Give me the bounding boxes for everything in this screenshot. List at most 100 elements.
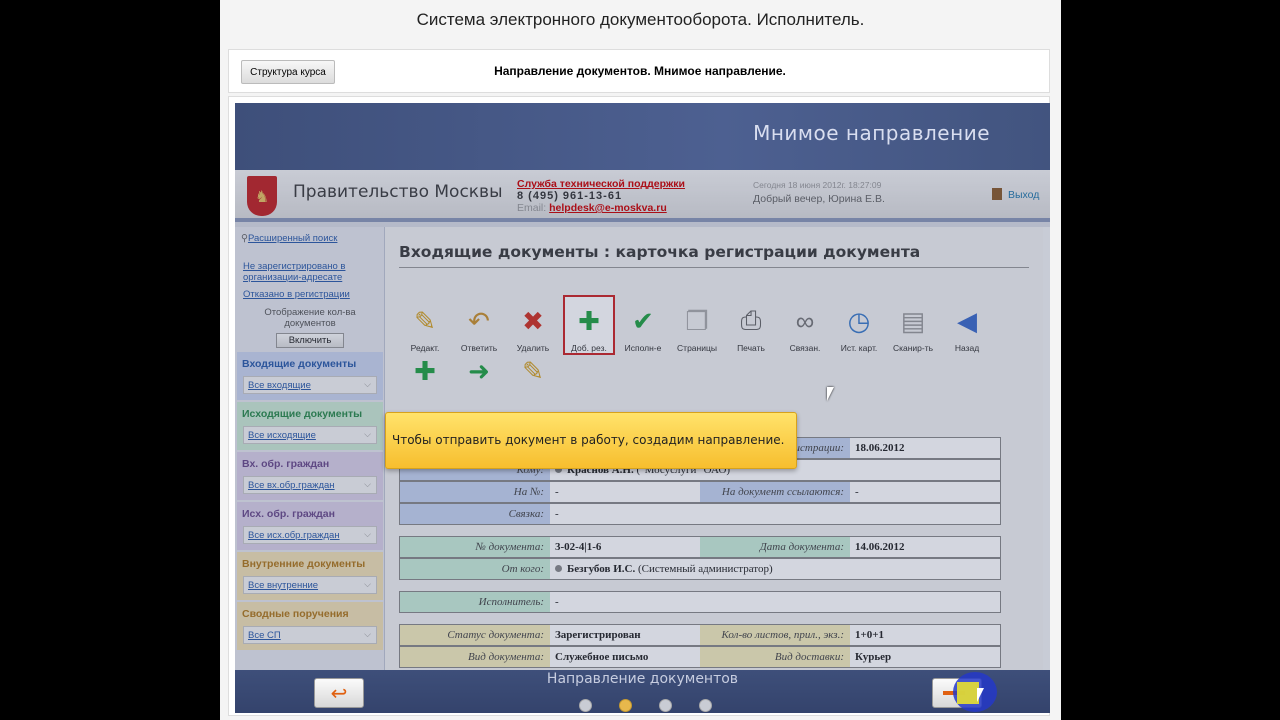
- current-date: Сегодня 18 июня 2012г. 18:27:09: [753, 180, 882, 190]
- toolbar-link-button[interactable]: ∞ Связан.: [779, 297, 831, 357]
- footer-title: Направление документов: [546, 671, 739, 687]
- docdate-label: Дата документа:: [700, 537, 850, 557]
- sheets-label: Кол-во листов, прил., экз.:: [700, 625, 850, 645]
- edit-icon: ✎: [414, 305, 436, 336]
- slide-dot[interactable]: [619, 699, 632, 712]
- sidebar-section: Внутренние документы Все внутренние: [237, 552, 383, 600]
- support-link[interactable]: Служба технической поддержки: [517, 178, 685, 190]
- title-divider: [399, 267, 1029, 268]
- sidebar-section-title[interactable]: Вх. обр. граждан: [237, 452, 383, 474]
- user-status-icon: [555, 565, 562, 572]
- executor-label: Исполнитель:: [400, 592, 550, 612]
- link-value: -: [555, 508, 559, 520]
- toolbar-button-label: Сканир-ть: [892, 343, 934, 353]
- toolbar-button-label: Связан.: [789, 343, 821, 353]
- sidebar-section-title[interactable]: Сводные поручения: [237, 602, 383, 624]
- lesson-screen: Мнимое направление ♞ Правительство Москв…: [235, 103, 1050, 713]
- toolbar-execution-button[interactable]: ✔ Исполн-е: [617, 297, 669, 357]
- enable-count-button[interactable]: Включить: [276, 333, 344, 348]
- mouse-cursor-icon: [827, 387, 834, 401]
- hint-tooltip: Чтобы отправить документ в работу, созда…: [385, 412, 797, 469]
- scrollbar[interactable]: [1043, 227, 1050, 670]
- scan-icon: ▤: [900, 305, 926, 336]
- sidebar-section-title[interactable]: Внутренние документы: [237, 552, 383, 574]
- form-row-from: От кого: Безгубов И.С. (Системный админи…: [399, 558, 1001, 580]
- course-title: Система электронного документооборота. И…: [416, 10, 865, 29]
- support-info: Служба технической поддержки 8 (495) 961…: [517, 178, 685, 214]
- sidebar-section-select[interactable]: Все исх.обр.граждан: [243, 526, 377, 544]
- ref-value: -: [855, 486, 859, 498]
- kind-label: Вид документа:: [400, 647, 550, 667]
- toolbar-button-label: Исполн-е: [624, 343, 662, 353]
- from-value: Безгубов И.С. (Системный администратор): [551, 559, 773, 579]
- delete-icon: ✖: [522, 305, 544, 336]
- lesson-banner-title: Мнимое направление: [753, 121, 990, 145]
- exit-label: Выход: [1008, 189, 1040, 201]
- exit-link[interactable]: Выход: [992, 188, 1039, 201]
- form-row-status: Статус документа: Зарегистрирован Кол-во…: [399, 624, 1001, 646]
- docdate-value: 14.06.2012: [855, 541, 905, 553]
- sidebar-section-select[interactable]: Все входящие: [243, 376, 377, 394]
- sidebar-section-select[interactable]: Все СП: [243, 626, 377, 644]
- count-display: Отображение кол-ва документов Включить: [241, 307, 379, 348]
- slide-dot[interactable]: [659, 699, 672, 712]
- email-label: Email:: [517, 202, 547, 214]
- from-label: От кого:: [400, 559, 550, 579]
- user-greeting: Сегодня 18 июня 2012г. 18:27:09 Добрый в…: [753, 178, 885, 206]
- sidebar-link-not-registered[interactable]: Не зарегистрировано в организации-адреса…: [243, 261, 381, 283]
- toolbar-button-label: Страницы: [677, 343, 717, 353]
- support-email-link[interactable]: helpdesk@e-moskva.ru: [549, 202, 667, 214]
- pages-icon: ❐: [685, 305, 709, 336]
- sidebar-section-select[interactable]: Все исходящие: [243, 426, 377, 444]
- course-navbar: Структура курса Направление документов. …: [228, 49, 1050, 93]
- toolbar-sign-button[interactable]: ✎: [507, 347, 559, 387]
- slide-dot[interactable]: [579, 699, 592, 712]
- toolbar-history-button[interactable]: ◷ Ист. карт.: [833, 297, 885, 357]
- course-page: Система электронного документооборота. И…: [220, 0, 1061, 720]
- sidebar-section-select[interactable]: Все вх.обр.граждан: [243, 476, 377, 494]
- toolbar-back-button[interactable]: ◀ Назад: [941, 297, 993, 357]
- sidebar-section-select[interactable]: Все внутренние: [243, 576, 377, 594]
- moscow-coat-of-arms-icon: ♞: [247, 176, 277, 216]
- toolbar-button-label: Назад: [954, 343, 980, 353]
- sidebar-section-title[interactable]: Исходящие документы: [237, 402, 383, 424]
- sidebar-section: Входящие документы Все входящие: [237, 352, 383, 400]
- app-header: ♞ Правительство Москвы Служба техническо…: [235, 170, 1050, 222]
- link-label: Связка:: [400, 504, 550, 524]
- num-label: На №:: [400, 482, 550, 502]
- slide-dot[interactable]: [699, 699, 712, 712]
- toolbar-button-label: Доб. рез.: [571, 343, 607, 353]
- government-name: Правительство Москвы: [293, 182, 503, 202]
- print-icon: ⎙: [740, 305, 762, 335]
- reg-date-value: 18.06.2012: [855, 442, 905, 454]
- status-label: Статус документа:: [400, 625, 550, 645]
- sidebar-section-title[interactable]: Исх. обр. граждан: [237, 502, 383, 524]
- lesson-frame: Мнимое направление ♞ Правительство Москв…: [228, 96, 1050, 716]
- support-phone: 8 (495) 961-13-61: [517, 190, 623, 202]
- toolbar-add-resolution-button[interactable]: ✚ Доб. рез.: [563, 295, 615, 355]
- status-value: Зарегистрирован: [555, 629, 641, 641]
- toolbar-scan-button[interactable]: ▤ Сканир-ть: [887, 297, 939, 357]
- toolbar-button-label: Печать: [737, 343, 765, 353]
- advanced-search-link[interactable]: Расширенный поиск: [248, 233, 337, 244]
- advanced-search[interactable]: ⚲Расширенный поиск: [241, 233, 337, 244]
- sidebar-section-title[interactable]: Входящие документы: [237, 352, 383, 374]
- cursor-icon: [977, 688, 984, 702]
- sidebar-link-rejected[interactable]: Отказано в регистрации: [243, 289, 381, 300]
- toolbar-add-doc-button[interactable]: ✚: [399, 347, 451, 387]
- delivery-value: Курьер: [855, 651, 892, 663]
- toolbar-pages-button[interactable]: ❐ Страницы: [671, 297, 723, 357]
- greeting-text: Добрый вечер, Юрина Е.В.: [753, 193, 885, 205]
- num-value: -: [555, 486, 559, 498]
- reply-icon: ↶: [468, 305, 490, 336]
- count-display-label: Отображение кол-ва документов: [264, 307, 356, 329]
- toolbar-print-button[interactable]: ⎙ Печать: [725, 297, 777, 357]
- form-row-executor: Исполнитель: -: [399, 591, 1001, 613]
- toolbar-forward-button[interactable]: ➜: [453, 347, 505, 387]
- door-icon: [992, 188, 1002, 200]
- lesson-footer: ↩ Направление документов: [235, 670, 1050, 713]
- sidebar-section: Исх. обр. граждан Все исх.обр.граждан: [237, 502, 383, 550]
- docnum-label: № документа:: [400, 537, 550, 557]
- form-row-link: Связка: -: [399, 503, 1001, 525]
- forward-icon: ➜: [468, 355, 490, 386]
